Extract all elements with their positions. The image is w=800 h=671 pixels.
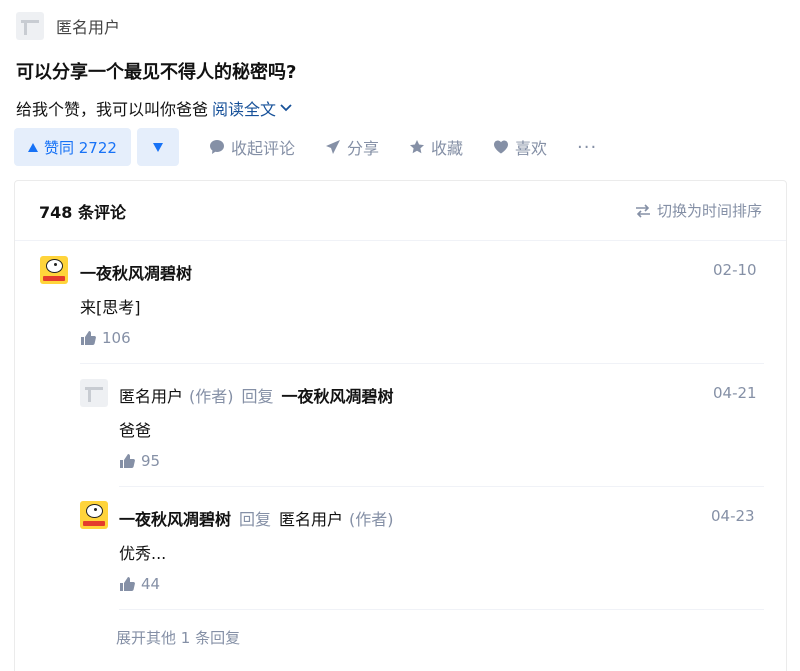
thumbs-up-icon xyxy=(120,454,135,468)
favorite-button[interactable]: 收藏 xyxy=(409,135,463,159)
comment-date: 02-10 xyxy=(713,261,757,279)
comment-author[interactable]: 一夜秋风凋碧树 xyxy=(80,260,192,284)
anonymous-avatar-icon[interactable] xyxy=(16,12,44,40)
favorite-label: 收藏 xyxy=(430,139,463,158)
downvote-button[interactable] xyxy=(136,128,179,166)
upvote-button[interactable]: 赞同 2722 xyxy=(14,128,131,166)
reply-author[interactable]: 一夜秋风凋碧树 xyxy=(119,506,231,530)
reply-avatar[interactable] xyxy=(80,501,108,529)
comment-count: 748 条评论 xyxy=(39,202,126,222)
star-icon xyxy=(409,140,424,154)
reply-text: 优秀... xyxy=(119,544,167,563)
author-tag: (作者) xyxy=(349,510,394,529)
reply-divider xyxy=(119,609,764,610)
reply-target[interactable]: 一夜秋风凋碧树 xyxy=(282,383,394,407)
chevron-down-icon xyxy=(280,104,292,112)
reply-word: 回复 xyxy=(239,510,272,529)
comments-header: 748 条评论 切换为时间排序 xyxy=(15,181,786,241)
author-row: 匿名用户 xyxy=(16,12,120,40)
more-options-button[interactable]: ··· xyxy=(577,137,597,158)
reply-avatar[interactable] xyxy=(80,379,108,407)
author-tag: (作者) xyxy=(189,387,234,406)
comment-like-count: 106 xyxy=(102,329,131,347)
excerpt-text: 给我个赞，我可以叫你爸爸 xyxy=(16,100,209,119)
reply-like-button[interactable]: 44 xyxy=(119,575,160,593)
expand-replies-link[interactable]: 展开其他 1 条回复 xyxy=(116,627,240,648)
collapse-comments-button[interactable]: 收起评论 xyxy=(209,135,295,159)
author-name[interactable]: 匿名用户 xyxy=(56,14,120,38)
comment-like-button[interactable]: 106 xyxy=(80,329,131,347)
reply-like-count: 95 xyxy=(141,452,161,470)
answer-excerpt: 给我个赞，我可以叫你爸爸 阅读全文 xyxy=(16,96,292,120)
collapse-comments-label: 收起评论 xyxy=(230,139,295,158)
reply-target[interactable]: 匿名用户 xyxy=(279,506,343,530)
reply-meta: 匿名用户 (作者) 回复 一夜秋风凋碧树 xyxy=(119,383,394,407)
commenter-avatar[interactable] xyxy=(40,256,68,284)
share-button[interactable]: 分享 xyxy=(325,135,379,159)
reply-meta: 一夜秋风凋碧树 回复 匿名用户 (作者) xyxy=(119,506,394,530)
triangle-up-icon xyxy=(28,142,38,152)
read-more-label: 阅读全文 xyxy=(212,100,277,119)
comment-bubble-icon xyxy=(209,140,224,154)
share-label: 分享 xyxy=(346,139,379,158)
reply-like-button[interactable]: 95 xyxy=(119,452,160,470)
answer-action-bar: 赞同 2722 收起评论 分享 收藏 喜欢 ··· xyxy=(14,128,597,166)
read-more-link[interactable]: 阅读全文 xyxy=(212,96,292,120)
heart-icon xyxy=(494,140,508,154)
sort-toggle-label: 切换为时间排序 xyxy=(656,202,762,220)
comments-panel: 748 条评论 切换为时间排序 一夜秋风凋碧树 02-10 来[思考] 106 … xyxy=(14,180,787,671)
question-title[interactable]: 可以分享一个最见不得人的秘密吗? xyxy=(16,58,296,84)
reply-text: 爸爸 xyxy=(119,421,152,440)
reply-word: 回复 xyxy=(241,387,274,406)
paper-plane-icon xyxy=(325,140,340,154)
comment-text: 来[思考] xyxy=(80,298,141,317)
upvote-label: 赞同 2722 xyxy=(44,138,117,157)
thumbs-up-icon xyxy=(81,331,96,345)
reply-divider xyxy=(119,486,764,487)
triangle-down-icon xyxy=(152,142,163,152)
comment-divider xyxy=(80,363,764,364)
reply-like-count: 44 xyxy=(141,575,161,593)
reply-author[interactable]: 匿名用户 xyxy=(119,383,183,407)
reply-date: 04-23 xyxy=(711,507,755,525)
sort-toggle-button[interactable]: 切换为时间排序 xyxy=(635,200,762,221)
thumbs-up-icon xyxy=(120,577,135,591)
reply-date: 04-21 xyxy=(713,384,757,402)
like-label: 喜欢 xyxy=(515,139,548,158)
comment-meta: 一夜秋风凋碧树 xyxy=(80,260,192,284)
swap-arrows-icon xyxy=(635,203,650,218)
like-button[interactable]: 喜欢 xyxy=(493,135,547,159)
